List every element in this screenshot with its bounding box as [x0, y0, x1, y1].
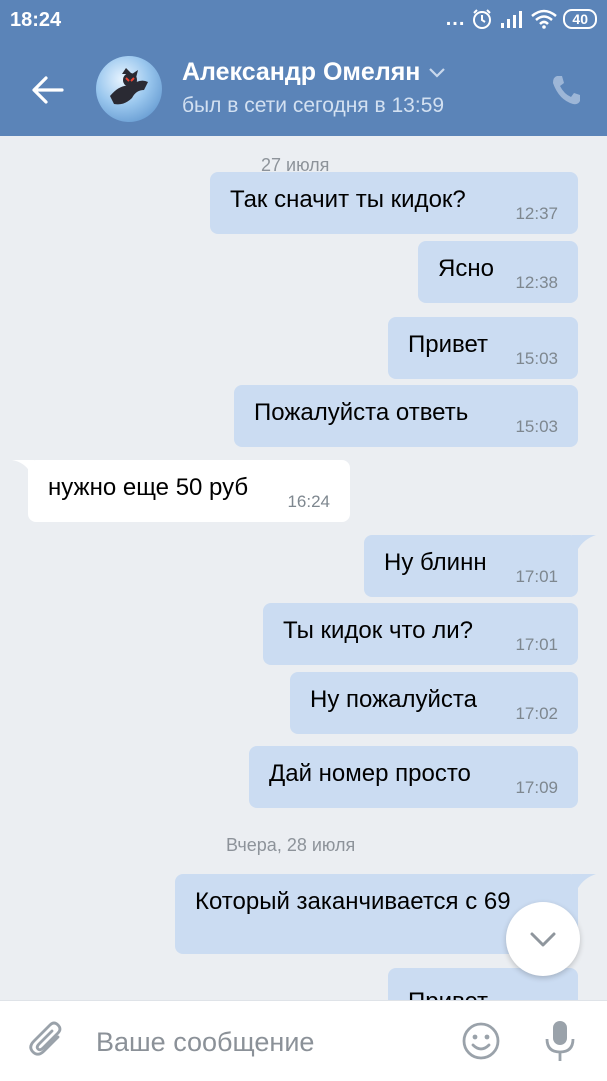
contact-name-row[interactable]: Александр Омелян [182, 58, 446, 87]
wifi-icon [531, 9, 558, 29]
message-text: Дай номер просто [269, 760, 471, 787]
message-outgoing[interactable]: Привет 15:03 [388, 317, 578, 379]
message-text: Ну блинн [384, 549, 487, 576]
message-text: Так сначит ты кидок? [230, 186, 466, 213]
message-time: 17:01 [515, 567, 558, 586]
message-text: Привет [408, 988, 488, 1000]
smiley-icon[interactable] [461, 1021, 501, 1061]
phone-icon[interactable] [551, 74, 581, 106]
message-list[interactable]: 27 июля Так сначит ты кидок? 12:37 Ясно … [0, 136, 607, 1000]
message-text: нужно еще 50 руб [48, 474, 249, 501]
alarm-icon [473, 9, 492, 29]
message-outgoing[interactable]: Ну пожалуйста 17:02 [290, 672, 578, 734]
message-text: Привет [408, 331, 489, 358]
contact-name[interactable]: Александр Омелян [182, 58, 420, 87]
message-time: 17:01 [515, 635, 558, 654]
message-text: Ты кидок что ли? [283, 617, 473, 644]
signal-icon [501, 11, 523, 28]
message-time: 16:24 [287, 492, 330, 511]
bubble-tail [572, 874, 596, 894]
chat-header: Александр Омелян был в сети сегодня в 13… [0, 44, 607, 136]
message-outgoing[interactable]: Ну блинн 17:01 [364, 535, 578, 597]
arrow-left-icon[interactable] [28, 72, 68, 108]
paperclip-icon[interactable] [28, 1021, 68, 1061]
message-time: 15:03 [515, 417, 558, 436]
message-outgoing[interactable]: Дай номер просто 17:09 [249, 746, 578, 808]
message-incoming[interactable]: нужно еще 50 руб 16:24 [28, 460, 350, 522]
message-input[interactable]: Ваше сообщение [96, 1027, 314, 1058]
chevron-down-icon[interactable] [428, 67, 446, 79]
avatar[interactable] [96, 56, 162, 122]
message-outgoing[interactable]: Ясно 12:38 [418, 241, 578, 303]
clock: 18:24 [10, 9, 62, 31]
bubble-tail [572, 535, 596, 555]
message-text: Ну пожалуйста [310, 686, 477, 713]
message-time: 12:38 [515, 273, 558, 292]
scroll-to-bottom-button[interactable] [506, 902, 580, 976]
message-composer: Ваше сообщение [0, 1000, 607, 1081]
message-text: Ясно [438, 255, 494, 282]
message-time: 17:09 [515, 778, 558, 797]
message-outgoing[interactable]: Так сначит ты кидок? 12:37 [210, 172, 578, 234]
status-bar: 18:24 ... 40 [0, 0, 607, 44]
last-seen-status: был в сети сегодня в 13:59 [182, 94, 445, 117]
date-separator: Вчера, 28 июля [226, 835, 356, 855]
message-text: Который заканчивается с 69 [195, 888, 511, 915]
message-text: Пожалуйста ответь [254, 399, 469, 426]
message-time: 17:02 [515, 704, 558, 723]
bubble-tail [12, 460, 34, 480]
message-time: 12:37 [515, 204, 558, 223]
status-icons: ... 40 [446, 8, 597, 30]
message-outgoing[interactable]: Ты кидок что ли? 17:01 [263, 603, 578, 665]
message-time: 15:03 [515, 349, 558, 368]
message-outgoing[interactable]: Пожалуйста ответь 15:03 [234, 385, 578, 447]
notification-dots: ... [445, 8, 466, 30]
microphone-icon[interactable] [540, 1019, 580, 1063]
battery-indicator: 40 [563, 9, 597, 29]
chevron-down-icon [530, 932, 556, 947]
